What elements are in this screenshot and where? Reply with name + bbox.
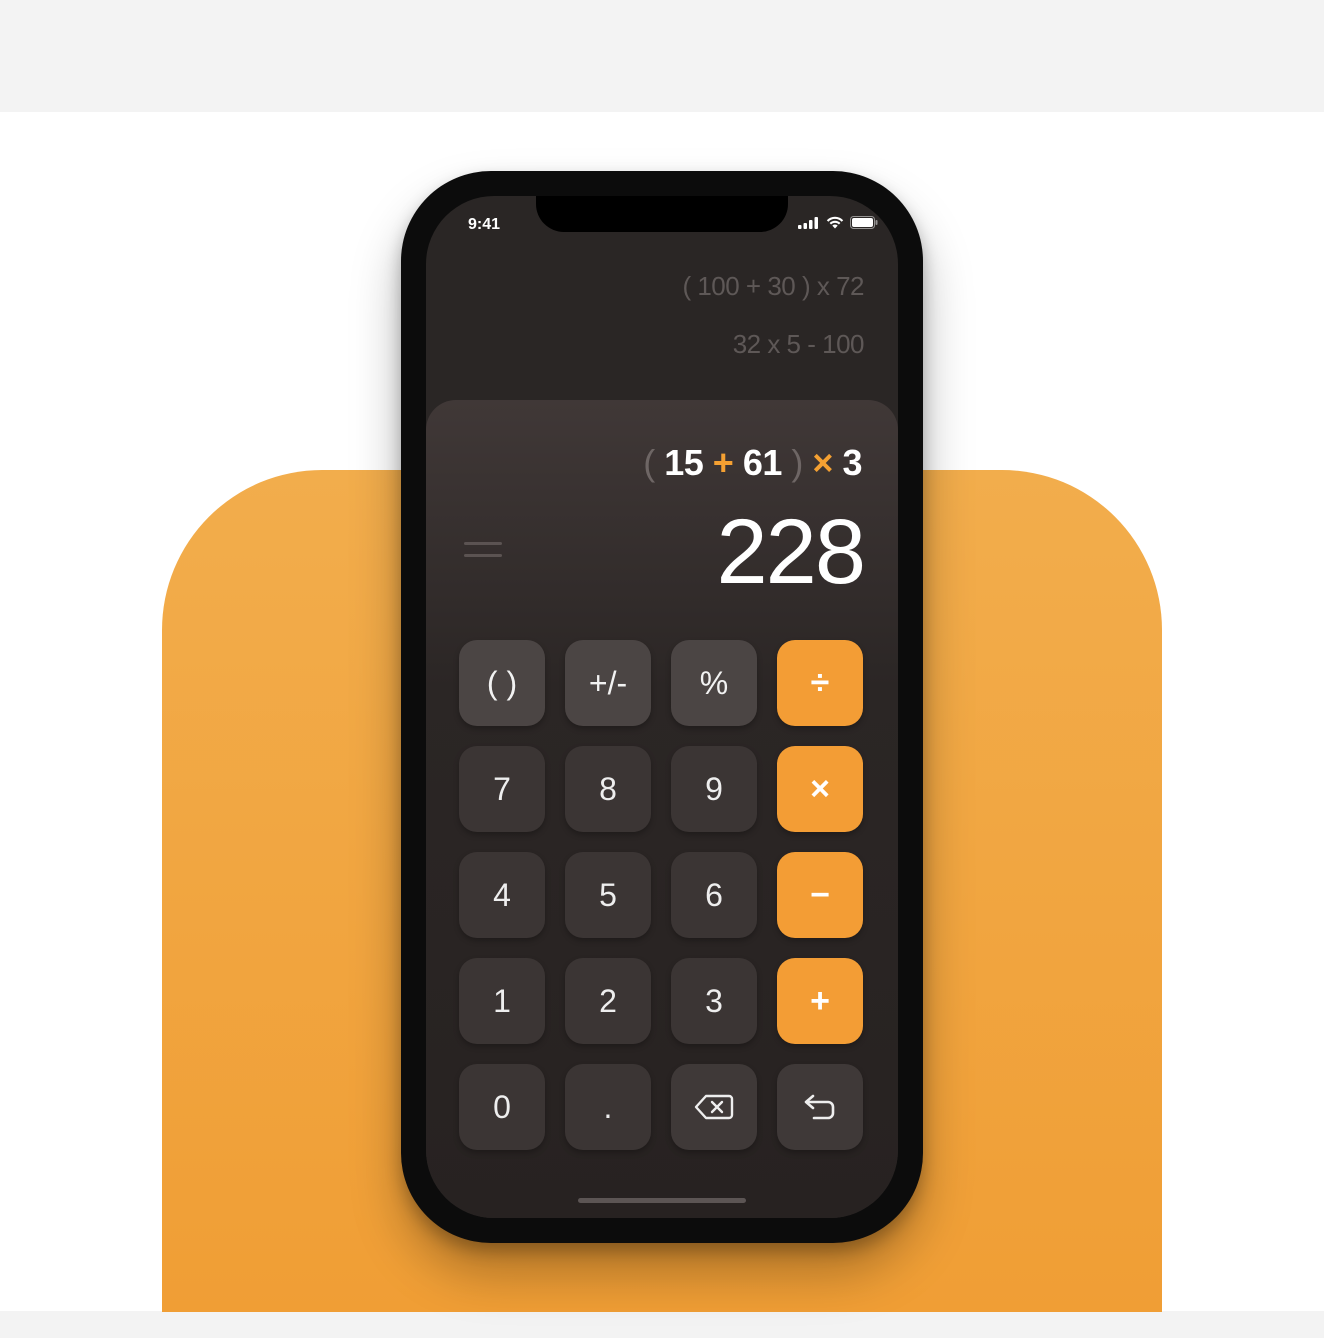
backspace-icon — [694, 1094, 734, 1120]
result-display: 228 — [716, 501, 866, 603]
history-menu-icon[interactable] — [464, 540, 502, 564]
expression-number: 3 — [842, 442, 862, 483]
phone-screen: 9:41 ( 100 + 30 ) x 72 32 x 5 - 100 (15… — [426, 196, 898, 1218]
parentheses-key[interactable]: ( ) — [459, 640, 545, 726]
digit-6-key[interactable]: 6 — [671, 852, 757, 938]
backspace-key[interactable] — [671, 1064, 757, 1150]
calculator-panel: ( 15 + 61 ) × 3 228 ( ) +/- % ÷ 7 8 9 × … — [426, 400, 898, 1218]
plus-key[interactable]: + — [777, 958, 863, 1044]
digit-8-key[interactable]: 8 — [565, 746, 651, 832]
digit-1-key[interactable]: 1 — [459, 958, 545, 1044]
return-icon — [804, 1094, 835, 1120]
digit-3-key[interactable]: 3 — [671, 958, 757, 1044]
status-icons — [798, 216, 878, 229]
expression-operator: + — [712, 442, 734, 483]
digit-0-key[interactable]: 0 — [459, 1064, 545, 1150]
expression-operator: × — [812, 442, 833, 483]
digit-5-key[interactable]: 5 — [565, 852, 651, 938]
expression-open-paren: ( — [643, 442, 655, 483]
status-time: 9:41 — [468, 216, 501, 233]
current-expression: ( 15 + 61 ) × 3 — [643, 442, 862, 484]
plus-minus-key[interactable]: +/- — [565, 640, 651, 726]
digit-9-key[interactable]: 9 — [671, 746, 757, 832]
home-indicator[interactable] — [578, 1198, 746, 1203]
percent-key[interactable]: % — [671, 640, 757, 726]
digit-7-key[interactable]: 7 — [459, 746, 545, 832]
history-entry[interactable]: ( 100 + 30 ) x 72 — [682, 266, 864, 324]
decimal-key[interactable]: . — [565, 1064, 651, 1150]
digit-2-key[interactable]: 2 — [565, 958, 651, 1044]
digit-4-key[interactable]: 4 — [459, 852, 545, 938]
keypad: ( ) +/- % ÷ 7 8 9 × 4 5 6 − 1 2 3 + 0 . — [459, 640, 865, 1150]
return-key[interactable] — [777, 1064, 863, 1150]
minus-key[interactable]: − — [777, 852, 863, 938]
expression-number: 15 — [664, 442, 704, 483]
calculation-history: ( 100 + 30 ) x 72 32 x 5 - 100 — [682, 266, 864, 382]
history-entry[interactable]: 32 x 5 - 100 — [682, 324, 865, 382]
phone-notch — [536, 196, 788, 232]
expression-close-paren: ) — [791, 442, 803, 483]
phone-frame: 9:41 ( 100 + 30 ) x 72 32 x 5 - 100 (15… — [401, 171, 923, 1243]
expression-number: 61 — [742, 442, 783, 483]
multiply-key[interactable]: × — [777, 746, 863, 832]
signal-icon — [798, 216, 818, 229]
battery-icon — [850, 216, 878, 229]
wifi-icon — [826, 216, 844, 229]
divide-key[interactable]: ÷ — [777, 640, 863, 726]
